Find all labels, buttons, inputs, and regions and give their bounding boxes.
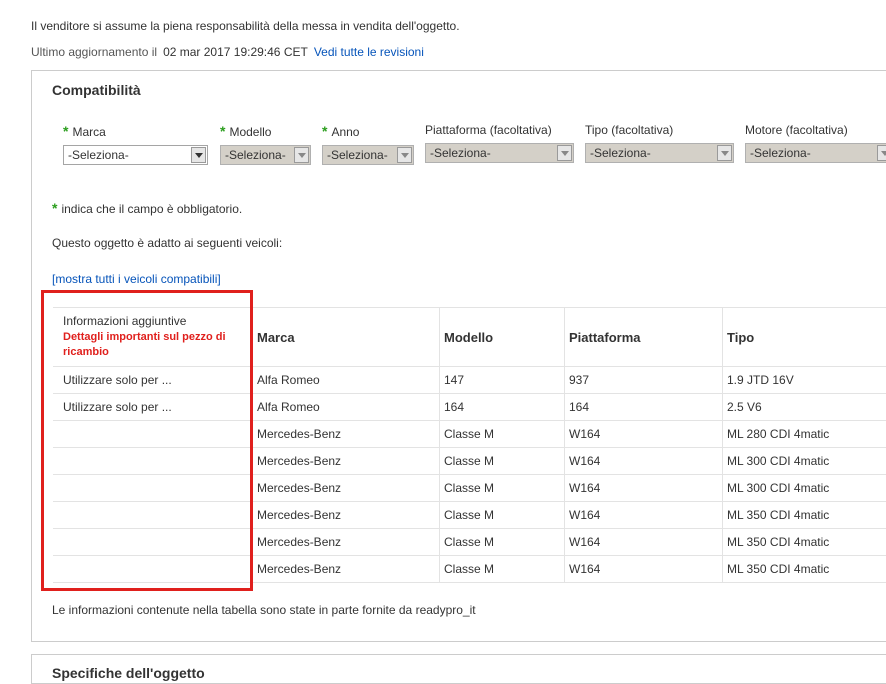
modello-column-header[interactable]: Modello [440, 308, 565, 367]
required-marker: * [52, 200, 57, 216]
filter-anno: * Anno -Seleziona- [322, 123, 414, 165]
last-update-label: Ultimo aggiornamento il [31, 45, 157, 59]
chevron-down-icon [877, 145, 886, 161]
modello-cell: Classe M [440, 448, 565, 475]
modello-cell: Classe M [440, 502, 565, 529]
marca-cell: Mercedes-Benz [253, 475, 440, 502]
filter-marca: * Marca -Seleziona- [63, 123, 208, 165]
anno-select[interactable]: -Seleziona- [322, 145, 414, 165]
modello-cell: Classe M [440, 556, 565, 583]
piattaforma-cell: W164 [565, 529, 723, 556]
filter-piattaforma: Piattaforma (facoltativa) -Seleziona- [425, 123, 574, 163]
modello-cell: Classe M [440, 421, 565, 448]
chevron-down-icon [191, 147, 206, 163]
tipo-cell: 2.5 V6 [723, 394, 886, 421]
chevron-down-icon [717, 145, 732, 161]
piattaforma-cell: W164 [565, 556, 723, 583]
tipo-cell: ML 280 CDI 4matic [723, 421, 886, 448]
piattaforma-cell: W164 [565, 421, 723, 448]
filter-motore: Motore (facoltativa) -Seleziona- [745, 123, 886, 163]
piattaforma-select[interactable]: -Seleziona- [425, 143, 574, 163]
filter-tipo-label: Tipo (facoltativa) [585, 123, 734, 137]
tipo-select[interactable]: -Seleziona- [585, 143, 734, 163]
filter-piattaforma-label: Piattaforma (facoltativa) [425, 123, 574, 137]
last-update-date: 02 mar 2017 19:29:46 CET [163, 45, 308, 59]
compatibility-title: Compatibilità [52, 82, 141, 98]
item-specifics-panel: Specifiche dell'oggetto [31, 654, 886, 684]
show-all-vehicles-link[interactable]: [mostra tutti i veicoli compatibili] [52, 272, 221, 286]
filter-modello: * Modello -Seleziona- [220, 123, 311, 165]
last-update-line: Ultimo aggiornamento il 02 mar 2017 19:29… [31, 45, 424, 59]
tipo-cell: ML 350 CDI 4matic [723, 556, 886, 583]
marca-cell: Mercedes-Benz [253, 529, 440, 556]
motore-select[interactable]: -Seleziona- [745, 143, 886, 163]
filter-marca-label: Marca [72, 125, 105, 139]
chevron-down-icon [557, 145, 572, 161]
marca-cell: Mercedes-Benz [253, 448, 440, 475]
view-revisions-link[interactable]: Vedi tutte le revisioni [314, 45, 424, 59]
chevron-down-icon [397, 147, 412, 163]
piattaforma-cell: W164 [565, 475, 723, 502]
tipo-cell: ML 350 CDI 4matic [723, 529, 886, 556]
tipo-cell: ML 300 CDI 4matic [723, 475, 886, 502]
modello-cell: Classe M [440, 529, 565, 556]
piattaforma-cell: 164 [565, 394, 723, 421]
piattaforma-cell: W164 [565, 502, 723, 529]
required-note: *indica che il campo è obbligatorio. [52, 200, 242, 216]
piattaforma-cell: W164 [565, 448, 723, 475]
marca-column-header[interactable]: Marca [253, 308, 440, 367]
marca-cell: Mercedes-Benz [253, 502, 440, 529]
table-source-note: Le informazioni contenute nella tabella … [52, 603, 476, 617]
tipo-cell: ML 300 CDI 4matic [723, 448, 886, 475]
item-specifics-title: Specifiche dell'oggetto [52, 665, 205, 681]
modello-cell: 147 [440, 367, 565, 394]
marca-select[interactable]: -Seleziona- [63, 145, 208, 165]
filter-motore-label: Motore (facoltativa) [745, 123, 886, 137]
required-marker: * [220, 123, 225, 139]
tipo-cell: 1.9 JTD 16V [723, 367, 886, 394]
seller-responsibility-note: Il venditore si assume la piena responsa… [31, 19, 460, 33]
required-marker: * [63, 123, 68, 139]
chevron-down-icon [294, 147, 309, 163]
filter-tipo: Tipo (facoltativa) -Seleziona- [585, 123, 734, 163]
tipo-cell: ML 350 CDI 4matic [723, 502, 886, 529]
highlight-box [41, 290, 253, 591]
piattaforma-column-header[interactable]: Piattaforma [565, 308, 723, 367]
marca-cell: Mercedes-Benz [253, 556, 440, 583]
marca-cell: Alfa Romeo [253, 394, 440, 421]
filter-modello-label: Modello [229, 125, 271, 139]
modello-cell: Classe M [440, 475, 565, 502]
modello-select[interactable]: -Seleziona- [220, 145, 311, 165]
modello-cell: 164 [440, 394, 565, 421]
marca-cell: Alfa Romeo [253, 367, 440, 394]
marca-cell: Mercedes-Benz [253, 421, 440, 448]
compatibility-intro: Questo oggetto è adatto ai seguenti veic… [52, 236, 282, 250]
piattaforma-cell: 937 [565, 367, 723, 394]
filter-anno-label: Anno [331, 125, 359, 139]
tipo-column-header[interactable]: Tipo [723, 308, 886, 367]
required-marker: * [322, 123, 327, 139]
